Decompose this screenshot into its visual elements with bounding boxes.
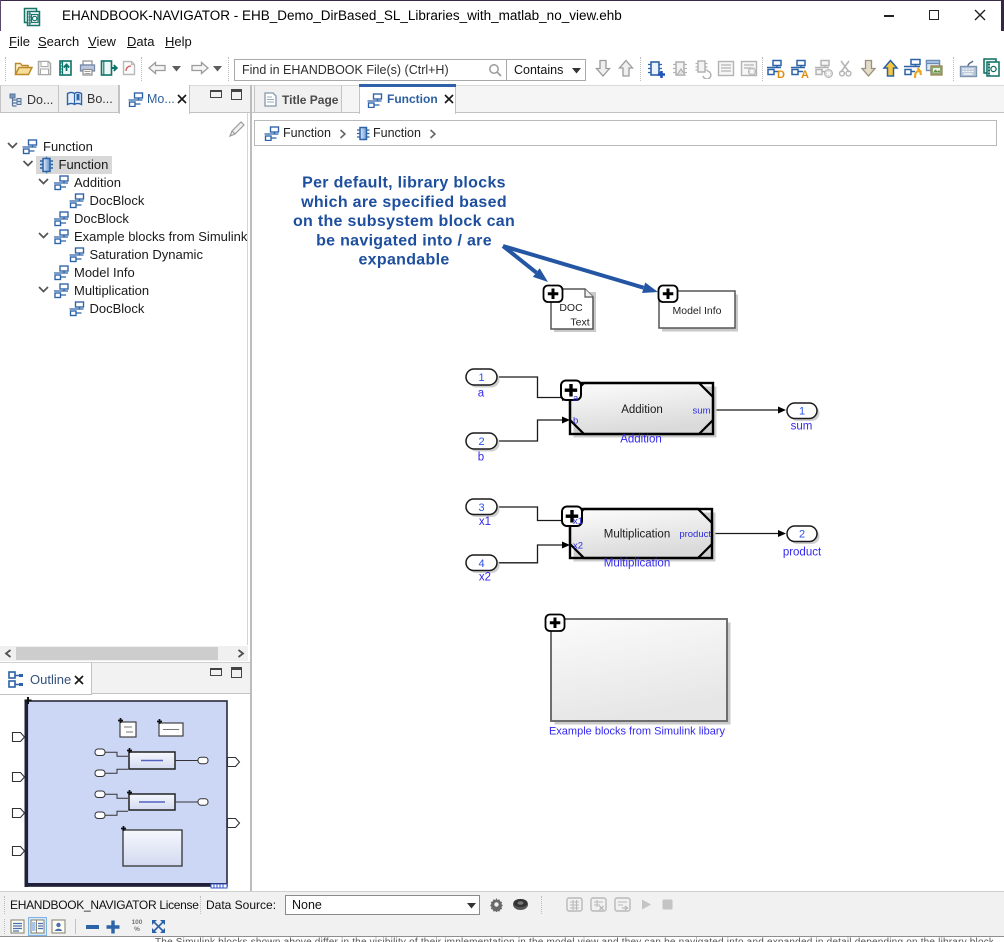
svg-text:Multiplication: Multiplication xyxy=(604,529,670,541)
svg-text:x2: x2 xyxy=(573,541,583,552)
svg-text:product: product xyxy=(783,547,822,559)
svg-text:sum: sum xyxy=(791,421,813,433)
svg-text:a: a xyxy=(478,388,485,400)
svg-text:Addition: Addition xyxy=(621,404,663,416)
svg-text:D: D xyxy=(777,69,785,79)
svg-text:2: 2 xyxy=(478,436,484,448)
svg-text:Text: Text xyxy=(570,317,589,329)
svg-text:2: 2 xyxy=(799,529,805,541)
svg-text:a: a xyxy=(573,393,579,404)
svg-text:Multiplication: Multiplication xyxy=(604,558,670,570)
svg-text:b: b xyxy=(573,416,578,427)
svg-text:1: 1 xyxy=(478,372,484,384)
svg-text:which are specified based: which are specified based xyxy=(300,194,507,211)
svg-text:sum: sum xyxy=(693,406,711,417)
svg-text:DOC: DOC xyxy=(559,302,583,314)
svg-text:Addition: Addition xyxy=(620,434,662,446)
svg-text:A: A xyxy=(801,69,809,79)
svg-text:expandable: expandable xyxy=(358,252,449,269)
svg-text:x1: x1 xyxy=(479,516,491,528)
svg-text:3: 3 xyxy=(478,502,484,514)
svg-text:Example blocks from Simulink l: Example blocks from Simulink libary xyxy=(549,726,726,738)
svg-text:x1: x1 xyxy=(573,516,583,527)
svg-text:Model Info: Model Info xyxy=(672,305,721,317)
svg-text:b: b xyxy=(478,452,484,464)
svg-text:on the subsystem block can: on the subsystem block can xyxy=(293,213,515,230)
svg-text:Per default, library blocks: Per default, library blocks xyxy=(302,175,506,192)
svg-text:4: 4 xyxy=(478,558,484,570)
svg-text:be navigated into / are: be navigated into / are xyxy=(316,232,492,249)
svg-text:x2: x2 xyxy=(479,572,491,584)
svg-text:1: 1 xyxy=(799,406,805,418)
svg-text:product: product xyxy=(679,529,711,540)
